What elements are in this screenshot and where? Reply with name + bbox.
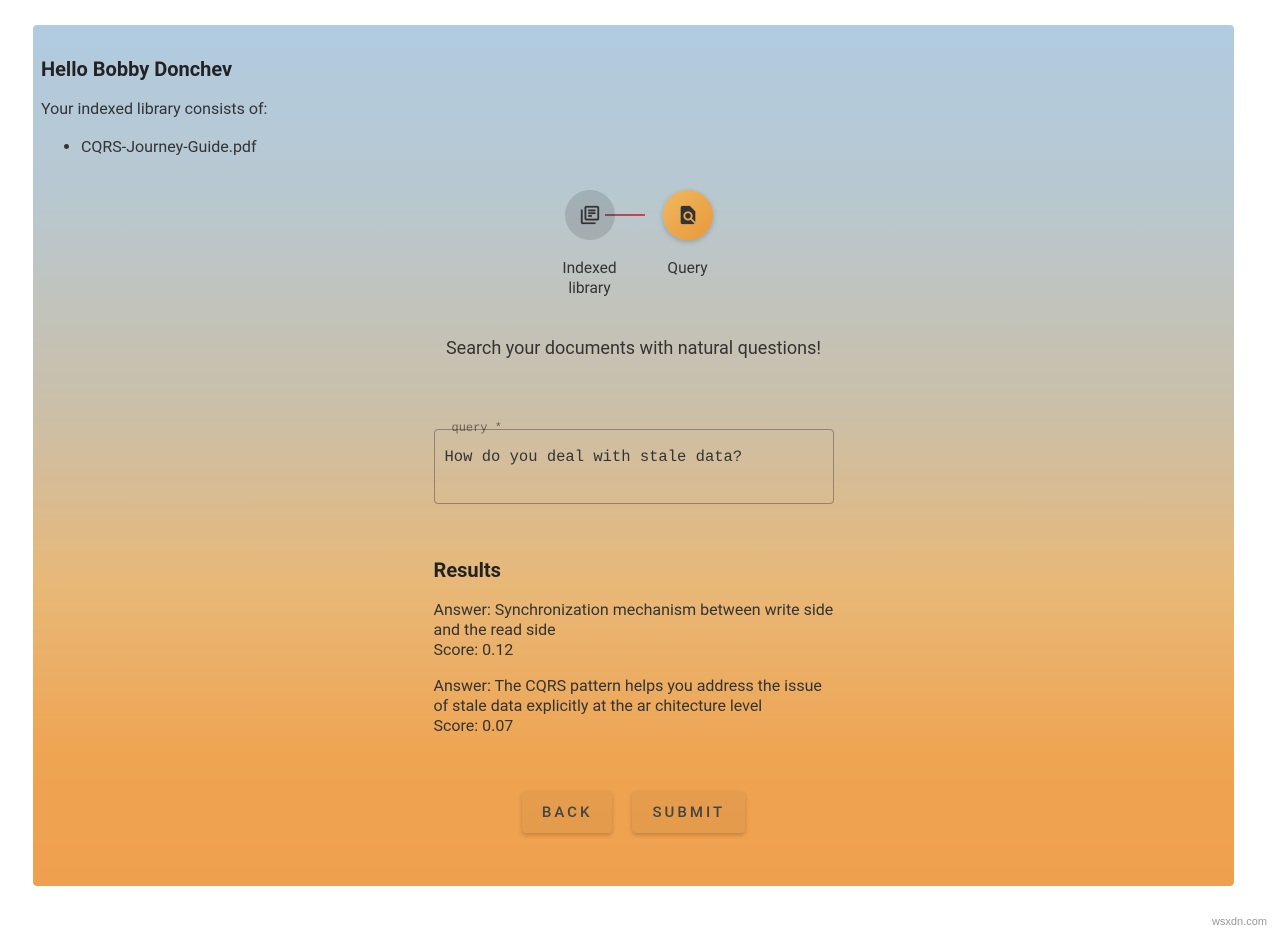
query-label: query * [450, 421, 504, 435]
button-row: Back Submit [41, 791, 1226, 833]
step-indexed-library[interactable]: Indexed library [555, 190, 625, 298]
result-answer-text: Answer: Synchronization mechanism betwee… [434, 600, 834, 640]
results-section: Results Answer: Synchronization mechanis… [434, 558, 834, 736]
step-query[interactable]: Query [663, 190, 713, 278]
stepper: Indexed library Query [41, 190, 1226, 298]
step-circle-indexed [565, 190, 615, 240]
result-answer-text: Answer: The CQRS pattern helps you addre… [434, 676, 834, 716]
watermark: wsxdn.com [1212, 916, 1267, 928]
step-label-query: Query [667, 258, 707, 278]
library-list: CQRS-Journey-Guide.pdf [41, 134, 1226, 160]
library-item: CQRS-Journey-Guide.pdf [81, 134, 1226, 160]
greeting-heading: Hello Bobby Donchev [41, 57, 1226, 81]
step-label-indexed: Indexed library [555, 258, 625, 298]
query-container: query * [434, 429, 834, 508]
search-prompt-text: Search your documents with natural quest… [41, 338, 1226, 359]
query-input[interactable] [434, 429, 834, 504]
library-intro-text: Your indexed library consists of: [41, 99, 1226, 118]
result-score-text: Score: 0.12 [434, 640, 834, 660]
result-score-text: Score: 0.07 [434, 716, 834, 736]
search-document-icon [677, 204, 699, 226]
back-button[interactable]: Back [522, 791, 613, 833]
result-item: Answer: The CQRS pattern helps you addre… [434, 676, 834, 736]
results-heading: Results [434, 558, 834, 582]
main-card: Hello Bobby Donchev Your indexed library… [33, 25, 1234, 886]
step-circle-query [663, 190, 713, 240]
result-item: Answer: Synchronization mechanism betwee… [434, 600, 834, 660]
submit-button[interactable]: Submit [632, 791, 745, 833]
library-icon [579, 204, 601, 226]
